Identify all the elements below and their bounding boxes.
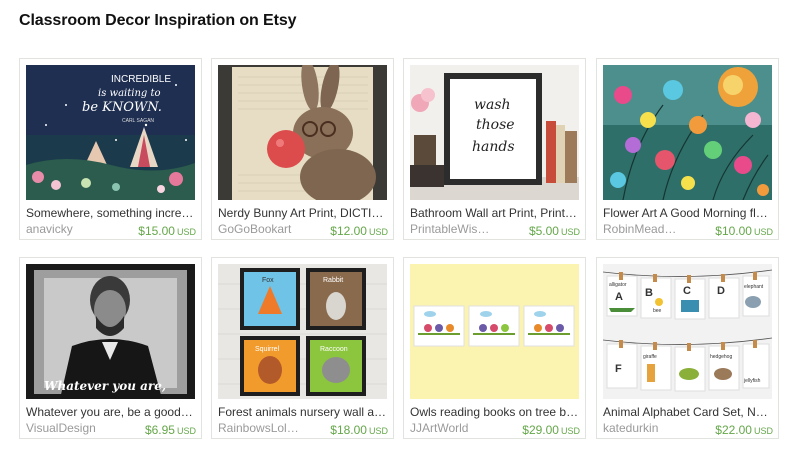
print-text-wash: wash	[474, 97, 511, 113]
listing-title[interactable]: Owls reading books on tree b…	[410, 405, 580, 419]
listing-image-lincoln-quote[interactable]: Whatever you are,	[26, 264, 195, 399]
listing-meta: RobinMead… $10.00 USD	[603, 222, 773, 240]
listing-card[interactable]: Nerdy Bunny Art Print, DICTI… GoGoBookar…	[211, 58, 394, 240]
listing-price: $6.95 USD	[145, 421, 196, 439]
price-amount: $6.95	[144, 423, 175, 437]
listing-card[interactable]: Fox Rabbit Squirrel Raccoon Forest anima…	[211, 257, 394, 439]
card-letter-c: C	[683, 285, 691, 297]
listing-card[interactable]: wash those hands Bathroom Wall art Print…	[403, 58, 586, 240]
print-text-line3: be KNOWN.	[82, 100, 162, 115]
listing-image-alphabet-cards[interactable]: alligator A B bee C D elephant F giraffe…	[603, 264, 772, 399]
card-text-hedgehog: hedgehog	[710, 354, 732, 360]
shop-name[interactable]: PrintableWis…	[410, 222, 502, 236]
section-title: Classroom Decor Inspiration on Etsy	[19, 12, 297, 29]
listing-meta: JJArtWorld $29.00 USD	[410, 421, 580, 439]
shop-name[interactable]: anavicky	[26, 222, 118, 236]
price-amount: $5.00	[528, 224, 559, 238]
incredible-print-illustration: INCREDIBLE is waiting to be KNOWN. CARL …	[26, 65, 195, 200]
listing-price: $12.00 USD	[330, 222, 388, 240]
print-text-line2: is waiting to	[98, 88, 161, 99]
listing-title[interactable]: Forest animals nursery wall a…	[218, 405, 388, 419]
listing-title[interactable]: Flower Art A Good Morning fl…	[603, 206, 773, 220]
card-text-giraffe: giraffe	[643, 354, 657, 360]
shop-name[interactable]: VisualDesign	[26, 421, 118, 435]
listing-title[interactable]: Nerdy Bunny Art Print, DICTI…	[218, 206, 388, 220]
listing-meta: RainbowsLol… $18.00 USD	[218, 421, 388, 439]
listing-price: $10.00 USD	[715, 222, 773, 240]
card-letter-a: A	[615, 291, 623, 303]
card-text-elephant: elephant	[744, 284, 764, 290]
listing-card[interactable]: INCREDIBLE is waiting to be KNOWN. CARL …	[19, 58, 202, 240]
card-text-bee: bee	[653, 308, 662, 314]
wash-hands-print-illustration: wash those hands	[410, 65, 579, 200]
print-text-squirrel: Squirrel	[255, 346, 280, 353]
listing-title[interactable]: Bathroom Wall art Print, Print…	[410, 206, 580, 220]
listing-title[interactable]: Somewhere, something incre…	[26, 206, 196, 220]
listing-meta: VisualDesign $6.95 USD	[26, 421, 196, 439]
forest-animals-illustration: Fox Rabbit Squirrel Raccoon	[218, 264, 387, 399]
listing-image-incredible-print[interactable]: INCREDIBLE is waiting to be KNOWN. CARL …	[26, 65, 195, 200]
listing-price: $18.00 USD	[330, 421, 388, 439]
flower-art-illustration	[603, 65, 772, 200]
price-currency: USD	[753, 426, 773, 436]
listing-image-wash-hands-print[interactable]: wash those hands	[410, 65, 579, 200]
card-letter-f: F	[615, 363, 622, 375]
listing-image-owls-reading[interactable]	[410, 264, 579, 399]
listing-image-nerdy-bunny[interactable]	[218, 65, 387, 200]
price-currency: USD	[368, 426, 388, 436]
print-text-rabbit: Rabbit	[323, 277, 343, 284]
print-text-quote: Whatever you are,	[44, 379, 166, 393]
print-text-line4: CARL SAGAN	[122, 118, 154, 124]
price-currency: USD	[560, 426, 580, 436]
price-amount: $10.00	[715, 224, 752, 238]
price-amount: $18.00	[330, 423, 367, 437]
price-currency: USD	[560, 227, 580, 237]
listing-title[interactable]: Animal Alphabet Card Set, N…	[603, 405, 773, 419]
shop-name[interactable]: katedurkin	[603, 421, 695, 435]
listing-image-flower-art[interactable]	[603, 65, 772, 200]
print-text-line1: INCREDIBLE	[111, 74, 171, 85]
listing-card[interactable]: Owls reading books on tree b… JJArtWorld…	[403, 257, 586, 439]
price-amount: $22.00	[715, 423, 752, 437]
listing-card[interactable]: alligator A B bee C D elephant F giraffe…	[596, 257, 779, 439]
card-text-jellyfish: jellyfish	[743, 378, 761, 384]
listing-meta: GoGoBookart $12.00 USD	[218, 222, 388, 240]
shop-name[interactable]: RainbowsLol…	[218, 421, 310, 435]
price-currency: USD	[176, 227, 196, 237]
listing-meta: katedurkin $22.00 USD	[603, 421, 773, 439]
print-text-fox: Fox	[262, 277, 274, 284]
shop-name[interactable]: GoGoBookart	[218, 222, 310, 236]
shop-name[interactable]: RobinMead…	[603, 222, 695, 236]
price-currency: USD	[176, 426, 196, 436]
price-amount: $29.00	[522, 423, 559, 437]
price-currency: USD	[368, 227, 388, 237]
price-amount: $15.00	[138, 224, 175, 238]
print-text-those: those	[476, 117, 515, 133]
nerdy-bunny-illustration	[218, 65, 387, 200]
print-text-raccoon: Raccoon	[320, 346, 348, 353]
listing-image-forest-animals[interactable]: Fox Rabbit Squirrel Raccoon	[218, 264, 387, 399]
listing-price: $22.00 USD	[715, 421, 773, 439]
listing-price: $15.00 USD	[138, 222, 196, 240]
owls-reading-illustration	[410, 264, 579, 399]
listing-meta: anavicky $15.00 USD	[26, 222, 196, 240]
listing-price: $29.00 USD	[522, 421, 580, 439]
listing-meta: PrintableWis… $5.00 USD	[410, 222, 580, 240]
alphabet-cards-illustration: alligator A B bee C D elephant F giraffe…	[603, 264, 772, 399]
card-text-alligator: alligator	[609, 282, 627, 288]
shop-name[interactable]: JJArtWorld	[410, 421, 502, 435]
card-letter-d: D	[717, 285, 725, 297]
price-currency: USD	[753, 227, 773, 237]
card-letter-b: B	[645, 287, 653, 299]
listing-grid: INCREDIBLE is waiting to be KNOWN. CARL …	[19, 58, 779, 440]
listing-card[interactable]: Flower Art A Good Morning fl… RobinMead……	[596, 58, 779, 240]
listing-title[interactable]: Whatever you are, be a good…	[26, 405, 196, 419]
price-amount: $12.00	[330, 224, 367, 238]
listing-card[interactable]: Whatever you are, Whatever you are, be a…	[19, 257, 202, 439]
listing-price: $5.00 USD	[529, 222, 580, 240]
print-text-hands: hands	[472, 139, 515, 155]
lincoln-portrait-illustration: Whatever you are,	[26, 264, 195, 399]
